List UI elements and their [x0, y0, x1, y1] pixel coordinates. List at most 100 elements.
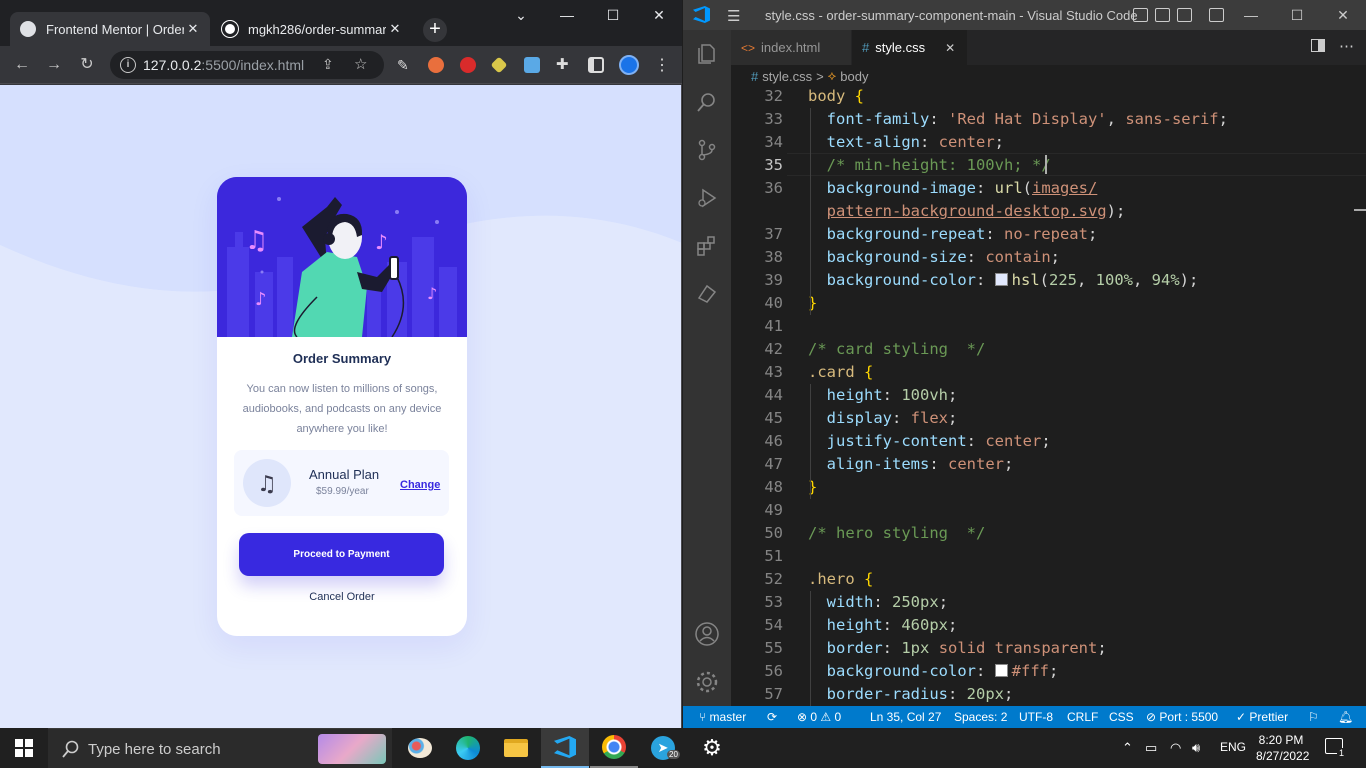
site-info-icon[interactable]: i	[120, 57, 136, 73]
notifications-bell-icon[interactable]: 🔔︎	[1338, 710, 1353, 724]
more-actions-icon[interactable]: ⋯	[1339, 37, 1354, 55]
translate-extension-icon[interactable]	[524, 57, 540, 73]
file-explorer-icon[interactable]	[492, 728, 540, 768]
close-tab-icon[interactable]: ✕	[386, 21, 404, 37]
manage-gear-icon[interactable]	[683, 658, 731, 706]
close-window-button[interactable]: ✕	[636, 0, 682, 30]
branch-status[interactable]: ⑂ master	[699, 710, 746, 724]
cancel-order-button[interactable]: Cancel Order	[217, 591, 467, 603]
vscode-maximize-button[interactable]: ☐	[1274, 0, 1320, 30]
line-number: 39	[764, 271, 783, 289]
order-summary-card: ♫ ♪ ♪ ♪ Order Summary You can now listen…	[217, 177, 467, 636]
chrome-browser-icon[interactable]	[590, 728, 638, 768]
line-number: 38	[764, 248, 783, 266]
show-hidden-icons-chevron-icon[interactable]: ⌃	[1122, 740, 1133, 756]
tab-index-html[interactable]: <> index.html	[731, 30, 851, 65]
color-swatch[interactable]	[994, 273, 1008, 286]
extensions-icon[interactable]	[683, 222, 731, 270]
language-indicator[interactable]: ENG	[1220, 740, 1246, 754]
code-token: /* min-height: 100vh; */	[826, 156, 1051, 174]
pen-extension-icon[interactable]: ✎	[397, 57, 413, 73]
maximize-button[interactable]: ☐	[590, 0, 636, 30]
settings-gear-icon[interactable]: ⚙	[688, 728, 736, 768]
bookmark-star-icon[interactable]: ☆	[354, 55, 367, 73]
line-ending[interactable]: CRLF	[1067, 710, 1098, 724]
account-icon[interactable]	[683, 610, 731, 658]
minimize-button[interactable]: —	[544, 0, 590, 30]
sync-icon[interactable]: ⟳	[767, 710, 777, 724]
split-editor-icon[interactable]	[1311, 39, 1325, 52]
change-plan-link[interactable]: Change	[400, 479, 440, 491]
toggle-secondary-sidebar-icon[interactable]	[1177, 8, 1192, 22]
line-number: 40	[764, 294, 783, 312]
code-token: border	[826, 639, 883, 657]
reload-icon[interactable]: ↻	[75, 53, 99, 77]
run-debug-icon[interactable]	[683, 174, 731, 222]
customize-layout-icon[interactable]	[1209, 8, 1224, 22]
puzzle-extensions-icon[interactable]: ✚	[556, 57, 572, 73]
side-panel-icon[interactable]	[588, 57, 604, 73]
encoding[interactable]: UTF-8	[1019, 710, 1053, 724]
telegram-app-icon[interactable]: ➤ 20	[639, 728, 687, 768]
system-clock[interactable]: 8:20 PM 8/27/2022	[1256, 732, 1309, 764]
close-tab-icon[interactable]: ✕	[945, 41, 955, 55]
code-token: /* hero styling */	[808, 524, 986, 542]
language-mode[interactable]: CSS	[1109, 710, 1134, 724]
forward-arrow-icon[interactable]: →	[42, 53, 66, 77]
search-icon[interactable]	[683, 78, 731, 126]
tab-style-css[interactable]: # style.css ✕	[852, 30, 967, 65]
code-token: height	[826, 386, 883, 404]
vscode-taskbar-icon[interactable]	[541, 728, 589, 768]
live-server-port[interactable]: ⊘ Port : 5500	[1146, 710, 1218, 724]
color-swatch[interactable]	[994, 664, 1008, 677]
code-token: border-radius	[826, 685, 948, 703]
profile-avatar-icon[interactable]	[619, 55, 639, 75]
edge-browser-icon[interactable]	[444, 728, 492, 768]
share-icon[interactable]: ⇪	[322, 56, 334, 73]
new-tab-button[interactable]: +	[423, 18, 447, 42]
extension-icon[interactable]	[428, 57, 444, 73]
windows-start-icon[interactable]	[0, 728, 48, 768]
code-line: 47 align-items: center;	[731, 453, 1366, 476]
cursor-position[interactable]: Ln 35, Col 27	[870, 710, 941, 724]
prettier-status[interactable]: ✓ Prettier	[1236, 710, 1288, 724]
code-editor[interactable]: 32 body {33 font-family: 'Red Hat Display…	[731, 87, 1366, 706]
diamond-extension-icon[interactable]	[490, 56, 508, 74]
paint-app-icon[interactable]	[396, 728, 444, 768]
stop-extension-icon[interactable]	[460, 57, 476, 73]
scrollbar-indicator[interactable]	[1354, 209, 1366, 211]
remote-explorer-icon[interactable]	[683, 270, 731, 318]
browser-menu-icon[interactable]: ⋮	[654, 55, 670, 75]
volume-icon[interactable]: 🔊︎	[1192, 740, 1200, 756]
line-number: 49	[764, 501, 783, 519]
code-token: background-color	[826, 662, 976, 680]
vscode-minimize-button[interactable]: —	[1228, 0, 1274, 30]
toggle-panel-icon[interactable]	[1155, 8, 1170, 22]
dancing-person-illustration: ♫ ♪ ♪ ♪	[217, 177, 467, 337]
code-token: ;	[1004, 685, 1014, 703]
svg-text:♫: ♫	[257, 472, 277, 497]
line-number: 53	[764, 593, 783, 611]
taskbar-search-box[interactable]: Type here to search	[48, 728, 392, 768]
tab-search-icon[interactable]: ⌄	[498, 0, 544, 30]
svg-text:♪: ♪	[427, 284, 437, 303]
source-control-icon[interactable]	[683, 126, 731, 174]
page-viewport: ♫ ♪ ♪ ♪ Order Summary You can now listen…	[0, 85, 682, 728]
browser-tab-github[interactable]: mgkh286/order-summary ✕	[212, 12, 412, 46]
close-tab-icon[interactable]: ✕	[184, 21, 202, 37]
feedback-icon[interactable]: ⚐	[1308, 710, 1319, 724]
back-arrow-icon[interactable]: ←	[10, 53, 34, 77]
explorer-icon[interactable]	[683, 30, 731, 78]
battery-icon[interactable]: ▭	[1145, 740, 1157, 756]
vscode-close-button[interactable]: ✕	[1320, 0, 1366, 30]
breadcrumb-symbol[interactable]: body	[840, 69, 868, 84]
proceed-to-payment-button[interactable]: Proceed to Payment	[239, 533, 444, 576]
indentation[interactable]: Spaces: 2	[954, 710, 1007, 724]
toggle-primary-sidebar-icon[interactable]	[1133, 8, 1148, 22]
hamburger-menu-icon[interactable]: ☰	[727, 7, 740, 25]
problems-status[interactable]: ⊗ 0 ⚠ 0	[797, 710, 841, 724]
breadcrumb-file[interactable]: style.css	[762, 69, 812, 84]
wifi-icon[interactable]: ◠	[1170, 740, 1181, 756]
address-bar[interactable]: i 127.0.0.2:5500/index.html ⇪ ☆	[110, 51, 384, 79]
browser-tab-frontend-mentor[interactable]: Frontend Mentor | Order s ✕	[10, 12, 210, 46]
